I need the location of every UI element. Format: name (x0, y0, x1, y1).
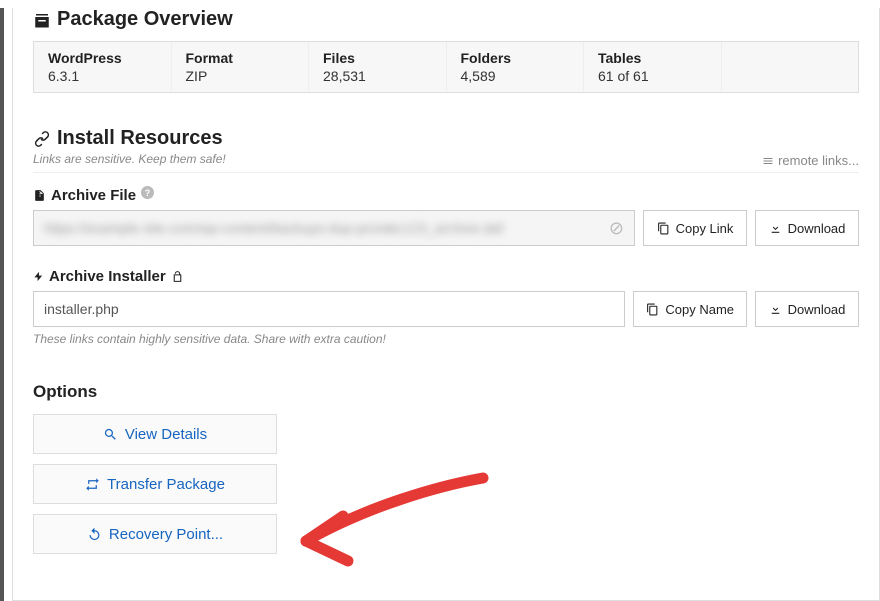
package-overview-header: Package Overview (33, 8, 859, 31)
archive-icon (33, 11, 51, 29)
options-title: Options (33, 382, 859, 402)
ov-col-folders: Folders 4,589 (446, 42, 584, 92)
unlock-icon (171, 270, 184, 283)
download-archive-button[interactable]: Download (755, 210, 859, 246)
copy-name-button[interactable]: Copy Name (633, 291, 747, 327)
sensitive-warning: These links contain highly sensitive dat… (33, 332, 859, 346)
archive-installer-label: Archive Installer (33, 268, 859, 285)
archive-file-input[interactable]: https://example-site.com/wp-content/back… (33, 210, 635, 246)
package-overview-title: Package Overview (57, 8, 233, 31)
package-panel: Package Overview WordPress 6.3.1 Format … (12, 8, 880, 601)
search-icon (103, 427, 118, 442)
bolt-icon (33, 269, 44, 284)
help-icon[interactable]: ? (141, 186, 154, 199)
transfer-package-button[interactable]: Transfer Package (33, 464, 277, 504)
ov-col-format: Format ZIP (171, 42, 309, 92)
annotation-arrow (288, 466, 498, 586)
archive-file-label: Archive File ? (33, 187, 859, 204)
transfer-icon (85, 477, 100, 492)
bars-icon (762, 155, 774, 167)
copy-icon (657, 222, 670, 235)
recovery-point-button[interactable]: Recovery Point... (33, 514, 277, 554)
link-icon (33, 130, 51, 148)
download-icon (769, 222, 782, 235)
ov-col-files: Files 28,531 (308, 42, 446, 92)
remote-links-toggle[interactable]: remote links... (762, 153, 859, 172)
download-icon (769, 303, 782, 316)
ov-col-tables: Tables 61 of 61 (583, 42, 721, 92)
copy-link-button[interactable]: Copy Link (643, 210, 747, 246)
download-installer-button[interactable]: Download (755, 291, 859, 327)
archive-installer-input[interactable]: installer.php (33, 291, 625, 327)
overview-table: WordPress 6.3.1 Format ZIP Files 28,531 … (33, 41, 859, 93)
install-resources-header: Install Resources (33, 127, 226, 150)
copy-icon (646, 303, 659, 316)
clear-icon[interactable]: ⊘ (609, 218, 624, 239)
ov-col-wordpress: WordPress 6.3.1 (34, 42, 171, 92)
file-archive-icon (33, 188, 46, 203)
undo-icon (87, 527, 102, 542)
ov-col-empty (721, 42, 859, 92)
view-details-button[interactable]: View Details (33, 414, 277, 454)
install-resources-title: Install Resources (57, 127, 223, 150)
install-subtitle: Links are sensitive. Keep them safe! (33, 152, 226, 166)
